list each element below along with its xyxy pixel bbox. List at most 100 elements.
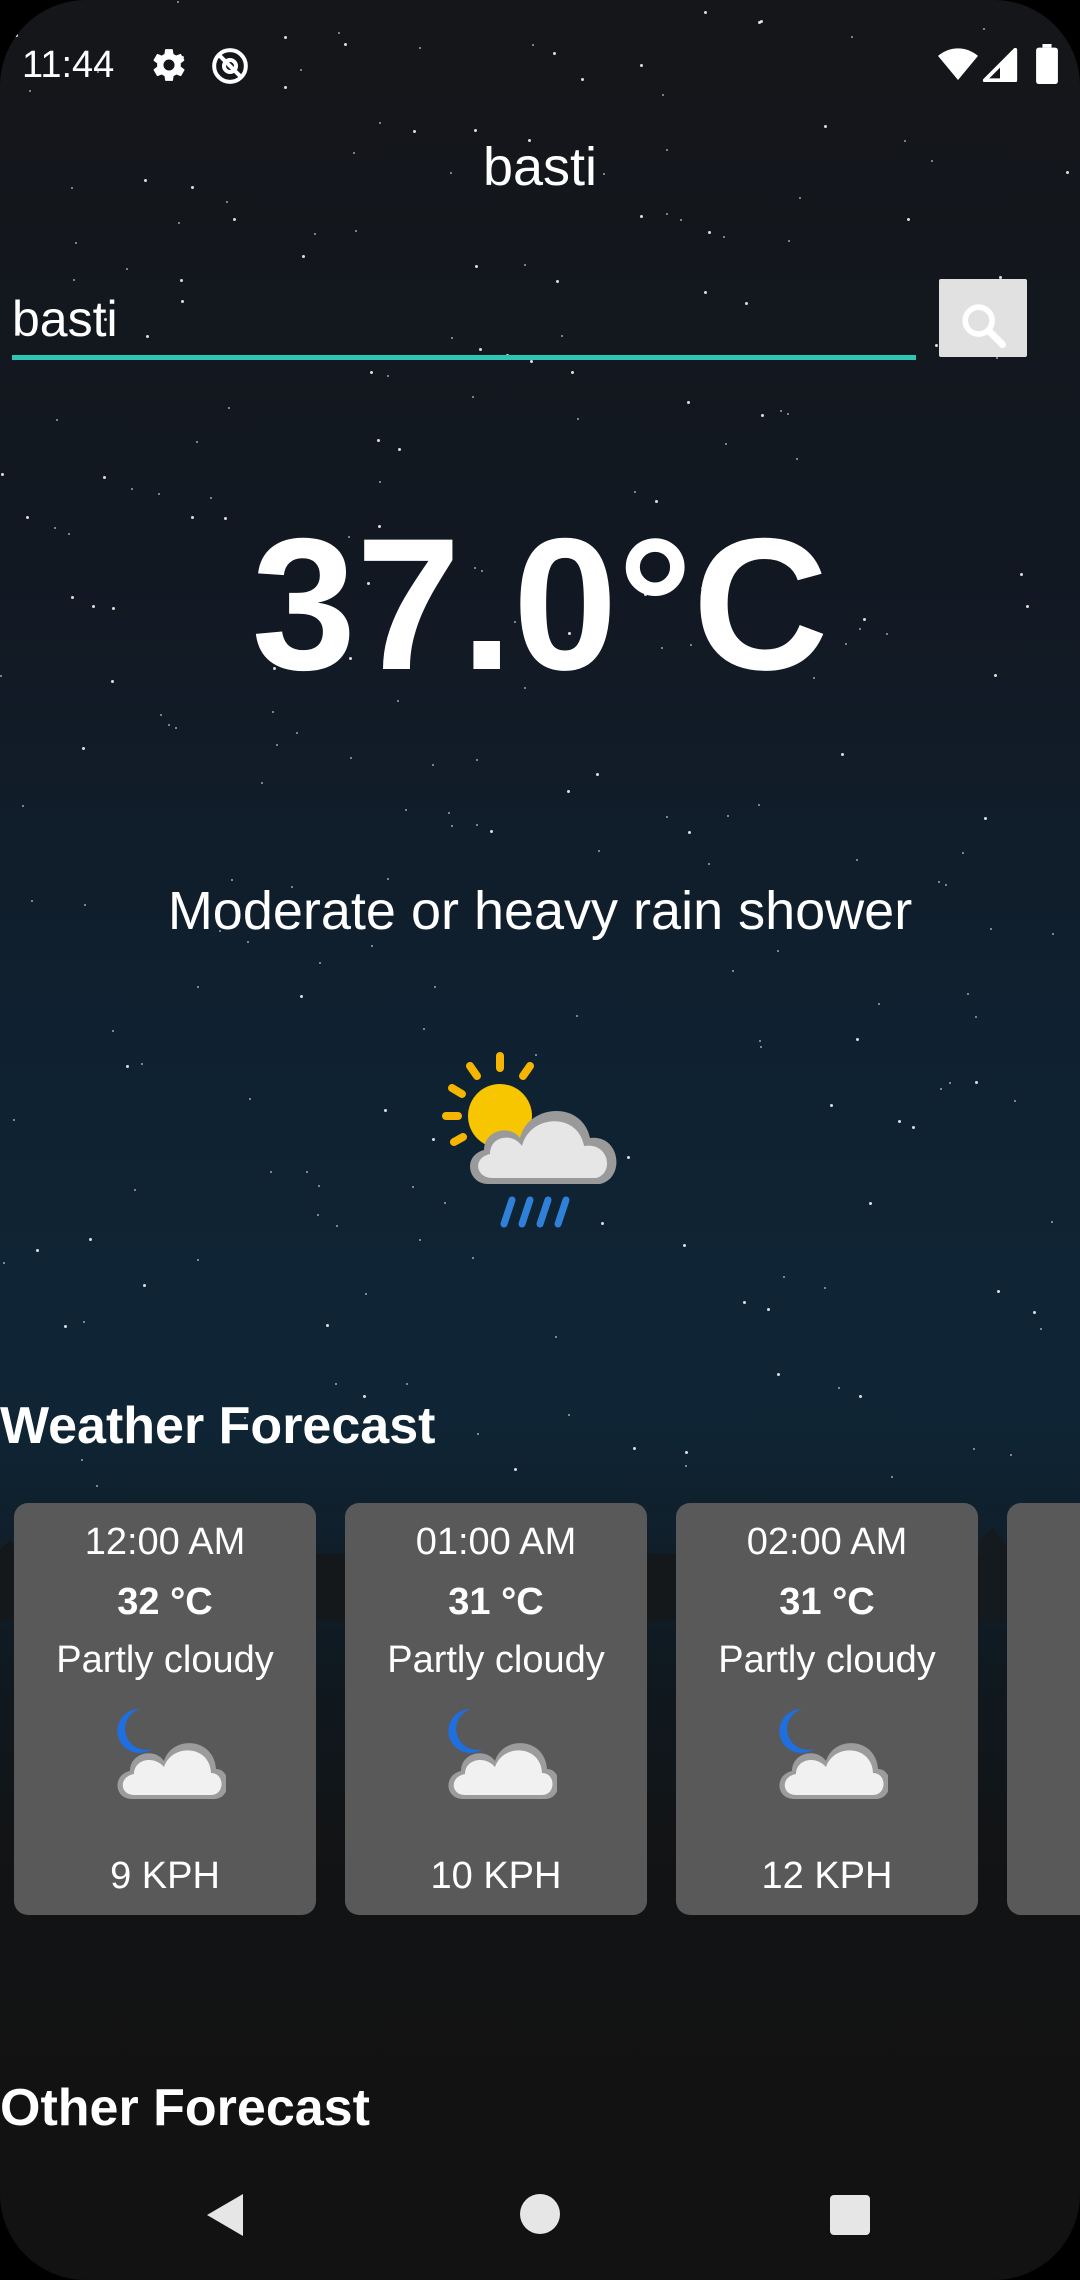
star (787, 413, 789, 415)
home-icon[interactable] (518, 2192, 562, 2236)
star (272, 711, 274, 713)
forecast-card[interactable] (1007, 1503, 1080, 1915)
star (448, 812, 450, 814)
star (377, 439, 380, 442)
star (859, 1395, 862, 1398)
star (727, 815, 729, 817)
star (912, 1126, 915, 1129)
star (210, 497, 212, 499)
star (898, 1120, 901, 1123)
star (335, 1383, 337, 1385)
star (317, 1214, 319, 1216)
forecast-temp: 32 °C (117, 1581, 213, 1623)
back-icon[interactable] (203, 2190, 247, 2240)
star (56, 419, 58, 421)
star (760, 1046, 762, 1048)
star (967, 993, 969, 995)
star (568, 1414, 570, 1416)
star (780, 410, 782, 412)
forecast-card[interactable]: 12:00 AM 32 °C Partly cloudy 9 KPH (14, 1503, 316, 1915)
star (973, 1448, 975, 1450)
star (103, 476, 106, 479)
star (131, 488, 133, 490)
star (228, 407, 230, 409)
star (841, 753, 844, 756)
star (406, 1383, 408, 1385)
star (384, 1109, 387, 1112)
sun-cloud-rain-icon (442, 1052, 617, 1228)
recents-icon[interactable] (829, 2194, 871, 2236)
star (300, 995, 303, 998)
star (788, 240, 790, 242)
star (688, 831, 691, 834)
star (571, 371, 574, 374)
star (73, 279, 75, 281)
star (1014, 1100, 1016, 1102)
moon-cloud-icon (117, 1708, 226, 1799)
star (197, 1259, 199, 1261)
star (319, 962, 321, 964)
cellular-signal-icon (982, 48, 1018, 82)
star (302, 255, 305, 258)
star (758, 804, 760, 806)
star (555, 1336, 557, 1338)
forecast-card[interactable]: 02:00 AM 31 °C Partly cloudy 12 KPH (676, 1503, 978, 1915)
star (476, 824, 478, 826)
forecast-carousel[interactable]: 12:00 AM 32 °C Partly cloudy 9 KPH 01:00… (0, 1503, 1080, 1915)
star (1033, 1311, 1036, 1314)
star (708, 863, 710, 865)
forecast-condition: Partly cloudy (718, 1639, 936, 1681)
star (1, 473, 4, 476)
star (134, 1189, 136, 1191)
star (160, 714, 162, 716)
star (996, 357, 998, 359)
star (355, 230, 357, 232)
star (112, 1030, 114, 1032)
search-button[interactable] (939, 279, 1027, 357)
star (725, 443, 727, 445)
star (141, 1063, 143, 1065)
star (577, 418, 579, 420)
star (432, 1138, 435, 1141)
star (370, 371, 373, 374)
star (89, 1238, 92, 1241)
star (81, 1459, 83, 1461)
moon-cloud-icon (448, 1708, 557, 1799)
star (596, 773, 599, 776)
star (743, 1301, 746, 1304)
star (530, 360, 533, 363)
star (824, 1287, 826, 1289)
star (432, 764, 434, 766)
star (249, 1098, 251, 1100)
star (634, 491, 636, 493)
star (434, 986, 436, 988)
star (158, 493, 160, 495)
star (685, 1465, 687, 1467)
star (777, 950, 779, 952)
star (962, 852, 964, 854)
star (419, 1239, 421, 1241)
star (326, 1324, 329, 1327)
star (759, 1040, 761, 1042)
star (276, 744, 278, 746)
star (878, 1003, 880, 1005)
star (168, 724, 170, 726)
forecast-time: 02:00 AM (746, 1521, 908, 1563)
city-search-input[interactable] (12, 282, 916, 360)
star (975, 1016, 977, 1018)
city-title: basti (482, 137, 598, 197)
star (306, 1171, 308, 1173)
forecast-card[interactable]: 01:00 AM 31 °C Partly cloudy 10 KPH (345, 1503, 647, 1915)
star (761, 414, 764, 417)
star (685, 1451, 688, 1454)
star (371, 945, 373, 947)
star (783, 1276, 785, 1278)
star (666, 213, 668, 215)
star (830, 1104, 833, 1107)
star (178, 222, 180, 224)
star (233, 218, 236, 221)
other-forecast-heading: Other Forecast (0, 2079, 370, 2137)
star (318, 1185, 320, 1187)
current-temperature: 37.0°C (251, 499, 829, 709)
status-time: 11:44 (22, 44, 115, 86)
